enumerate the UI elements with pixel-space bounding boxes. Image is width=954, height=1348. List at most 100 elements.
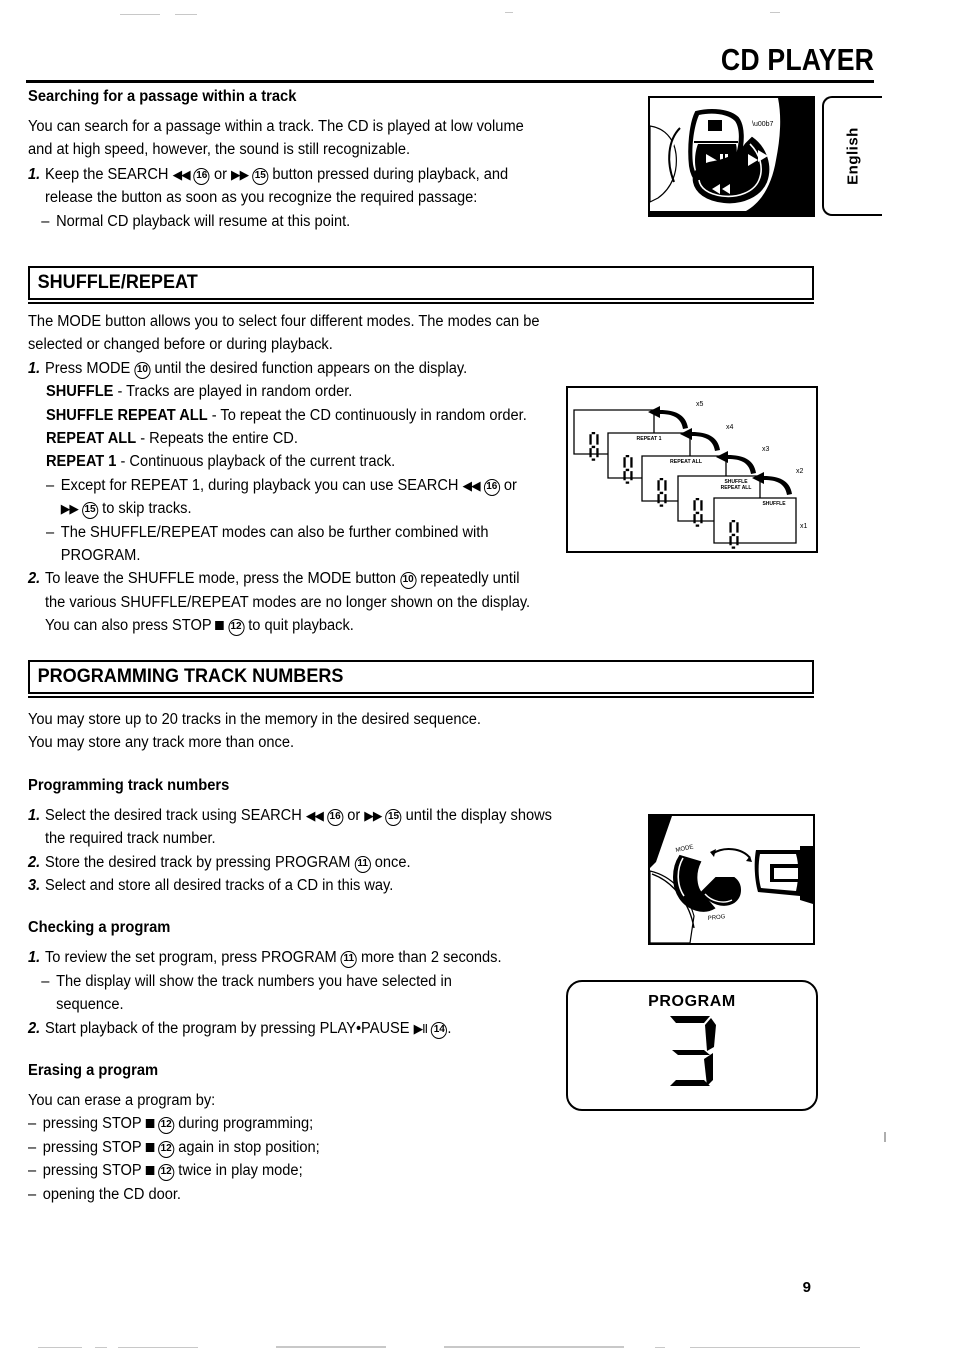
mode-item: SHUFFLE REPEAT ALL - To repeat the CD co… — [46, 404, 561, 427]
step-text-after: . — [447, 1019, 452, 1037]
mode-dash: - — [120, 453, 126, 471]
mode-dash: - — [211, 406, 217, 424]
svg-text:x1: x1 — [800, 523, 808, 530]
list-item: – pressing STOP 12 again in stop positio… — [28, 1136, 560, 1159]
list-item: – pressing STOP 12 twice in play mode; — [28, 1159, 560, 1182]
svg-text:REPEAT 1: REPEAT 1 — [637, 436, 662, 442]
note-text: Normal CD playback will resume at this p… — [56, 212, 351, 230]
step-text: Keep the SEARCH — [44, 165, 169, 183]
section-searching-heading: Searching for a passage within a track — [28, 88, 297, 105]
scan-artifact — [884, 1132, 886, 1142]
section-banner-label: SHUFFLE/REPEAT — [37, 272, 198, 293]
step-marker: 3. — [28, 877, 41, 895]
callout-12: 12 — [158, 1140, 175, 1158]
programming-intro-line2: You may store any track more than once. — [28, 734, 295, 752]
shuffle-intro: The MODE button allows you to select fou… — [28, 313, 540, 354]
step-marker: 1. — [28, 359, 41, 377]
svg-text:x4: x4 — [726, 424, 734, 431]
step-marker: 2. — [28, 570, 41, 588]
callout-16: 16 — [193, 167, 210, 185]
stop-icon — [145, 1166, 155, 1176]
callout-10: 10 — [134, 361, 151, 379]
step-text: Store the desired track by pressing PROG… — [44, 853, 351, 871]
header-rule — [26, 80, 874, 83]
mode-desc: Repeats the entire CD. — [149, 430, 298, 448]
fast-forward-icon: ▶▶ — [60, 501, 79, 517]
svg-text:x3: x3 — [762, 446, 770, 453]
step-text: Select the desired track using SEARCH — [44, 806, 302, 824]
svg-text:REPEAT ALL: REPEAT ALL — [721, 485, 752, 491]
svg-text:x5: x5 — [696, 401, 704, 408]
list-item: – Normal CD playback will resume at this… — [28, 210, 560, 233]
svg-text:SHUFFLE: SHUFFLE — [762, 501, 786, 507]
callout-16: 16 — [483, 478, 500, 496]
list-item: 1. Select the desired track using SEARCH… — [28, 804, 560, 851]
callout-15: 15 — [81, 502, 99, 520]
rewind-icon: ◀◀ — [462, 477, 481, 493]
shuffle-repeat-mode-sequence-diagram: REPEAT 1 REPEAT ALL SHUFFLE REPEAT ALL S… — [566, 386, 818, 553]
note-text-after: again in stop position; — [178, 1138, 320, 1156]
note-text-mid: or — [503, 476, 517, 494]
section-banner-shuffle-repeat: SHUFFLE/REPEAT — [28, 266, 814, 304]
note-text: pressing STOP — [42, 1162, 142, 1180]
mode-name: REPEAT 1 — [46, 453, 117, 471]
scan-artifact — [120, 14, 160, 15]
list-item: 3. Select and store all desired tracks o… — [28, 874, 560, 897]
play-pause-icon: ▶II — [413, 1020, 428, 1036]
step-text-after: once. — [374, 853, 411, 871]
callout-11: 11 — [354, 855, 371, 873]
callout-14: 14 — [431, 1021, 448, 1039]
mode-desc: Continuous playback of the current track… — [129, 453, 396, 471]
step-marker: 2. — [28, 1019, 41, 1037]
callout-15: 15 — [385, 808, 402, 826]
list-item: 2. Store the desired track by pressing P… — [28, 851, 560, 874]
step-text: To review the set program, press PROGRAM — [44, 949, 337, 967]
note-text: The SHUFFLE/REPEAT modes can also be fur… — [60, 523, 489, 565]
step-text-after: more than 2 seconds. — [360, 949, 502, 967]
list-item: 2. To leave the SHUFFLE mode, press the … — [28, 567, 560, 637]
section-programming: You may store up to 20 tracks in the mem… — [28, 708, 588, 1206]
lcd-program-label: PROGRAM — [648, 993, 736, 1010]
step-marker: 1. — [28, 949, 41, 967]
list-item: – The SHUFFLE/REPEAT modes can also be f… — [46, 521, 561, 568]
mode-item: SHUFFLE - Tracks are played in random or… — [46, 380, 561, 403]
mode-item: REPEAT ALL - Repeats the entire CD. — [46, 427, 561, 450]
callout-15: 15 — [252, 167, 269, 185]
mode-name: REPEAT ALL — [46, 430, 137, 448]
scan-artifact — [175, 14, 197, 15]
list-item: 1. To review the set program, press PROG… — [28, 946, 560, 969]
list-item: – The display will show the track number… — [28, 970, 560, 1017]
fast-forward-icon: ▶▶ — [231, 166, 249, 182]
note-text-after: to skip tracks. — [102, 500, 192, 518]
step-text-mid: or — [347, 806, 361, 824]
callout-16: 16 — [326, 808, 344, 826]
section-shuffle-repeat: The MODE button allows you to select fou… — [28, 310, 588, 638]
language-tab-label: English — [844, 127, 862, 185]
step-text: Start playback of the program by pressin… — [44, 1019, 410, 1037]
list-item: – opening the CD door. — [28, 1183, 560, 1206]
step-text: To leave the SHUFFLE mode, press the MOD… — [44, 570, 397, 588]
page-number: 9 — [802, 1279, 811, 1296]
step-text-after: to quit playback. — [248, 617, 354, 635]
note-text: Except for REPEAT 1, during playback you… — [60, 476, 459, 494]
note-text-after: twice in play mode; — [178, 1162, 303, 1180]
stop-icon — [215, 621, 224, 631]
step-text-mid: or — [213, 165, 227, 183]
mode-list: SHUFFLE - Tracks are played in random or… — [28, 380, 588, 567]
section-searching: Searching for a passage within a track Y… — [28, 88, 588, 233]
lcd-program-display: PROGRAM — [566, 980, 818, 1111]
step-text: Press MODE — [44, 359, 131, 377]
mode-dash: - — [140, 430, 146, 448]
note-text: pressing STOP — [42, 1115, 142, 1133]
svg-text:\u00b7: \u00b7 — [752, 121, 774, 128]
note-marker: – — [28, 1115, 37, 1133]
cd-player-mode-program-buttons-photo: MODE PROG — [648, 814, 815, 945]
note-marker: – — [28, 1185, 37, 1203]
mode-item: REPEAT 1 - Continuous playback of the cu… — [46, 450, 561, 473]
step-text: Select and store all desired tracks of a… — [44, 877, 394, 895]
note-marker: – — [46, 523, 55, 541]
note-marker: – — [28, 1162, 37, 1180]
fast-forward-icon: ▶▶ — [364, 807, 382, 823]
scan-artifact — [505, 12, 513, 13]
rewind-icon: ◀◀ — [172, 166, 191, 182]
